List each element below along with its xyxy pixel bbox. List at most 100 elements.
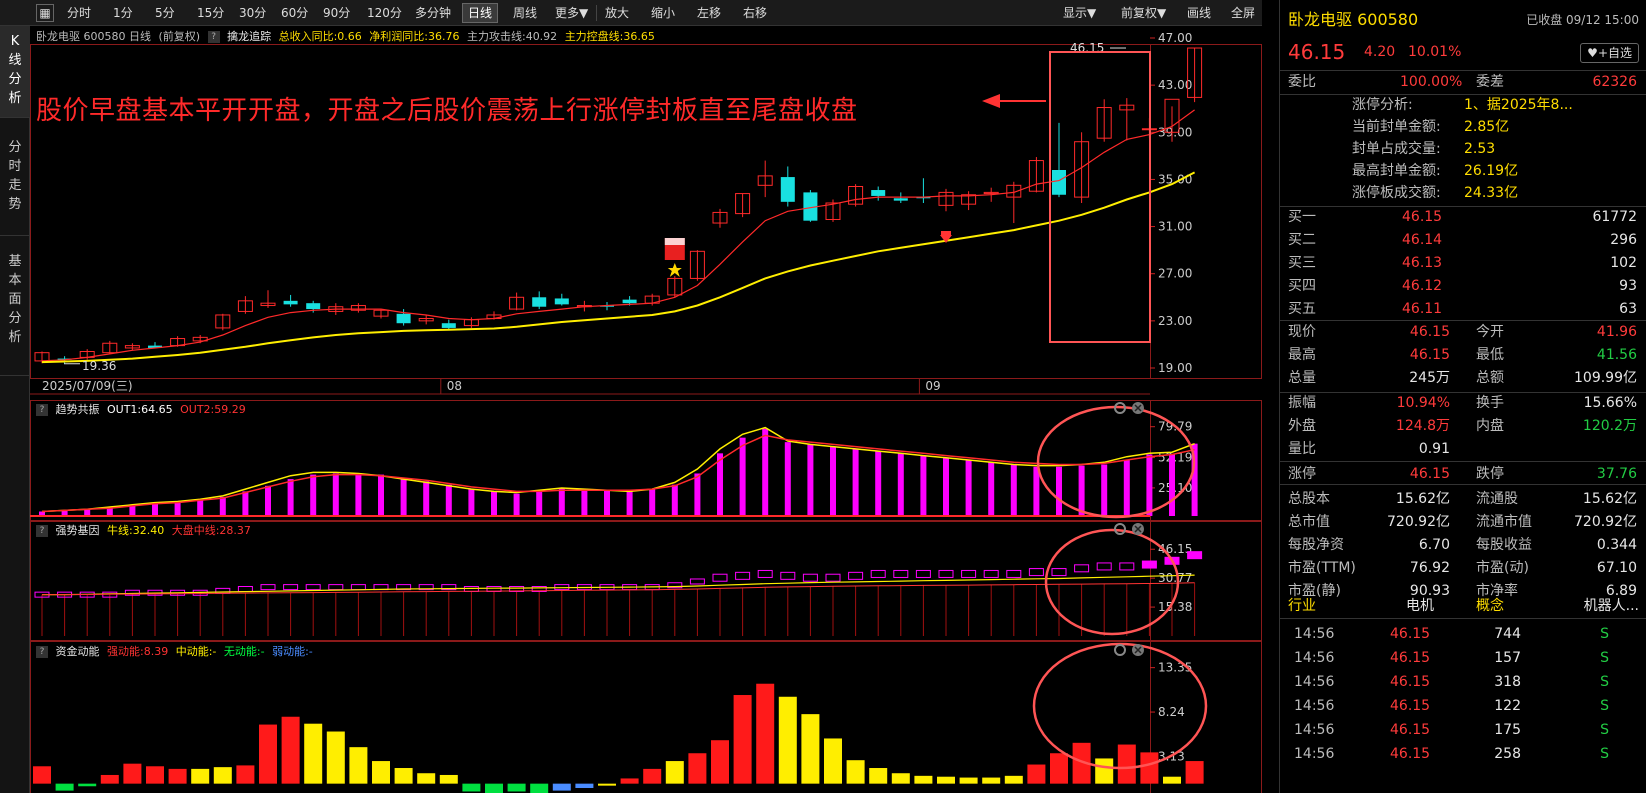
help-icon[interactable]: ? <box>36 646 48 658</box>
display-menu[interactable]: 显示▼ <box>1058 3 1101 23</box>
momentum-bar <box>372 761 390 784</box>
momentum-bar <box>146 766 164 784</box>
stat-value: 109.99亿 <box>1574 370 1637 386</box>
zoom-out-button[interactable]: 缩小 <box>646 3 680 23</box>
grid-menu-icon[interactable]: ▦ <box>36 4 54 22</box>
momentum-bar <box>959 777 978 784</box>
stat-value: 6.70 <box>1418 537 1450 553</box>
help-icon[interactable]: ? <box>207 31 220 43</box>
candle-body <box>1052 170 1066 195</box>
gene-box <box>983 569 999 578</box>
quote-panel: 卧龙电驱 600580 已收盘 09/12 15:00 46.15 4.20 1… <box>1279 0 1646 793</box>
tick-price: 46.15 <box>1390 650 1431 666</box>
sub3-none: 无动能:- <box>223 645 265 658</box>
tab-kline-analysis[interactable]: K线分析 <box>0 26 30 118</box>
gene-box <box>1051 568 1067 577</box>
out2-line <box>41 434 1195 513</box>
tick-row: 14:56 46.15 122 S <box>1280 694 1646 718</box>
resonance-bar <box>332 473 339 516</box>
limit-info-label: 封单占成交量: <box>1352 141 1441 157</box>
period-btn-4[interactable]: 30分 <box>234 3 271 23</box>
resonance-bar <box>84 509 91 516</box>
period-btn-5[interactable]: 60分 <box>276 3 313 23</box>
resonance-bar <box>445 484 452 516</box>
weicha-value: 62326 <box>1592 74 1637 90</box>
limit-info-row: 当前封单金额: 2.85亿 <box>1280 116 1646 138</box>
stat-label: 最高 <box>1288 347 1316 363</box>
bid-row[interactable]: 买四 46.12 93 <box>1280 275 1646 298</box>
gene-box <box>938 569 954 578</box>
stat-label: 流通股 <box>1476 491 1518 507</box>
period-btn-0[interactable]: 分时 <box>62 3 96 23</box>
stat-row: 最高 46.15 最低 41.56 <box>1280 344 1646 367</box>
bid-row[interactable]: 买五 46.11 63 <box>1280 298 1646 321</box>
stat-label: 最低 <box>1476 347 1504 363</box>
bid-label: 买一 <box>1288 209 1316 225</box>
tick-time: 14:56 <box>1294 626 1335 642</box>
sub3-title: 资金动能 <box>55 645 100 658</box>
y-tick-label: 15.38 <box>1158 600 1192 614</box>
bid-price: 46.14 <box>1402 232 1443 248</box>
bid-row[interactable]: 买一 46.15 61772 <box>1280 206 1646 229</box>
concept-value[interactable]: 机器人... <box>1584 594 1639 618</box>
momentum-bar <box>1117 744 1136 784</box>
tick-time: 14:56 <box>1294 746 1335 762</box>
bid-volume: 93 <box>1619 278 1637 294</box>
period-btn-7[interactable]: 120分 <box>362 3 407 23</box>
momentum-bar <box>439 774 458 784</box>
sub2-title: 强势基因 <box>55 524 100 537</box>
resonance-bar <box>536 491 543 516</box>
period-btn-11[interactable]: 更多▼ <box>550 3 593 23</box>
resonance-bar <box>762 428 769 516</box>
bid-row[interactable]: 买二 46.14 296 <box>1280 229 1646 252</box>
resonance-bar <box>1169 454 1175 516</box>
momentum-bar <box>168 768 187 784</box>
add-watchlist-button[interactable]: ♥+自选 <box>1580 43 1639 63</box>
bid-row[interactable]: 买三 46.13 102 <box>1280 252 1646 275</box>
stock-label: 卧龙电驱 600580 日线 <box>36 30 151 43</box>
gene-box <box>260 584 276 591</box>
period-btn-9[interactable]: 日线 <box>462 3 499 23</box>
x-tick-label: 09 <box>925 379 940 393</box>
limit-info-label: 当前封单金额: <box>1352 119 1441 135</box>
stat-value: 67.10 <box>1596 560 1637 576</box>
zoom-in-button[interactable]: 放大 <box>600 3 634 23</box>
momentum-bar <box>259 724 277 784</box>
adjust-menu[interactable]: 前复权▼ <box>1116 3 1171 23</box>
help-icon[interactable]: ? <box>36 404 48 416</box>
period-btn-6[interactable]: 90分 <box>318 3 355 23</box>
tick-row: 14:56 46.15 318 S <box>1280 670 1646 694</box>
candle-body <box>871 190 886 196</box>
period-btn-10[interactable]: 周线 <box>508 3 542 23</box>
momentum-bar <box>665 761 684 784</box>
gene-box <box>712 573 728 582</box>
gene-box <box>757 569 773 578</box>
bid-volume: 63 <box>1619 301 1637 317</box>
tick-flag: S <box>1600 698 1609 714</box>
help-icon[interactable]: ? <box>36 525 48 537</box>
period-btn-3[interactable]: 15分 <box>192 3 229 23</box>
tab-fundamentals[interactable]: 基本面分析 <box>0 236 30 376</box>
adjust-label: (前复权) <box>158 30 201 43</box>
industry-value[interactable]: 电机 <box>1406 594 1434 618</box>
move-left-button[interactable]: 左移 <box>692 3 726 23</box>
stat-value: 37.76 <box>1596 466 1637 482</box>
fullscreen-button[interactable]: 全屏 <box>1226 3 1260 23</box>
tab-intraday[interactable]: 分时走势 <box>0 118 30 236</box>
y-tick-label: 23.00 <box>1158 314 1192 328</box>
limit-info-label: 最高封单金额: <box>1352 163 1441 179</box>
gene-box <box>350 584 366 591</box>
period-btn-1[interactable]: 1分 <box>108 3 138 23</box>
limit-info-value: 26.19亿 <box>1464 163 1519 179</box>
stat-label: 涨停 <box>1288 466 1316 482</box>
momentum-bar <box>507 783 526 792</box>
momentum-bar <box>598 783 616 786</box>
min-price-label: 19.36 <box>82 359 116 373</box>
limit-info-value[interactable]: 1、据2025年8... <box>1464 94 1573 116</box>
momentum-bar <box>711 740 729 784</box>
draw-line-button[interactable]: 画线 <box>1182 3 1216 23</box>
y-tick-label: 8.24 <box>1158 705 1185 719</box>
period-btn-2[interactable]: 5分 <box>150 3 180 23</box>
move-right-button[interactable]: 右移 <box>738 3 772 23</box>
period-btn-8[interactable]: 多分钟 <box>410 3 456 23</box>
